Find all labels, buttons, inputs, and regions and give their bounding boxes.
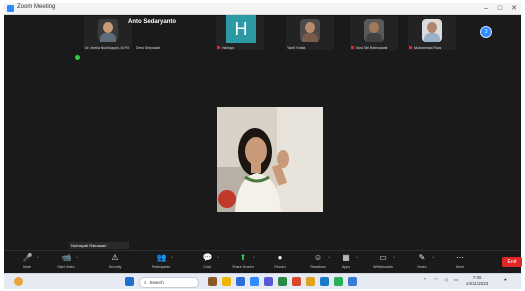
volume-icon[interactable]: ◁	[444, 277, 447, 283]
zoom-app-icon	[7, 5, 14, 12]
participants-icon: 👥	[156, 253, 167, 262]
taskbar-app-icon-1[interactable]	[208, 277, 217, 286]
end-meeting-button[interactable]: End	[502, 257, 522, 267]
apps-grid-icon: ▦	[342, 253, 350, 262]
participant-tile-1[interactable]: Dr. Imelia Nurhidayah, M.Pd	[84, 16, 132, 50]
active-speaker-label: Nurhayati Ratnasari	[69, 242, 129, 249]
security-button[interactable]: ⚠ Security	[97, 253, 133, 269]
taskbar-app-icon-3[interactable]	[278, 277, 287, 286]
taskbar-search-label: Search	[149, 280, 164, 285]
connection-status-icon	[75, 55, 80, 60]
share-screen-button[interactable]: ⬆ Share Screen ^	[225, 253, 261, 269]
main-speaker-video	[217, 107, 323, 212]
participant-video-1	[98, 19, 118, 42]
microphone-icon: 🎤	[22, 253, 33, 262]
participant-tile-5[interactable]: Novi Siti Rahmawati	[350, 16, 398, 50]
search-icon: ⌕	[144, 280, 147, 285]
taskbar-app-icon-7[interactable]	[334, 277, 343, 286]
clock-date: 24/11/2023	[466, 281, 489, 286]
file-explorer-icon[interactable]	[222, 277, 231, 286]
whiteboard-icon: ▭	[379, 253, 387, 262]
participant-video-6	[422, 19, 442, 42]
chat-bubble-icon: 💬	[202, 253, 213, 262]
notes-label: Notes	[417, 265, 427, 269]
participant-name-2: Dewi Setyowati	[136, 46, 160, 50]
participant-avatar-initial: H	[226, 15, 256, 43]
apps-label: Apps	[342, 265, 350, 269]
more-participants-button[interactable]: 3	[480, 26, 492, 38]
smiley-icon: ☺	[313, 253, 323, 262]
taskbar-search-box[interactable]: ⌕ Search	[139, 277, 199, 288]
taskbar-app-icon-6[interactable]	[320, 277, 329, 286]
participant-video-5	[364, 19, 384, 42]
edge-browser-icon[interactable]	[236, 277, 245, 286]
whiteboards-button[interactable]: ▭ Whiteboards ^	[365, 253, 401, 269]
share-screen-label: Share Screen	[232, 265, 254, 269]
notifications-icon[interactable]: ●	[504, 277, 507, 282]
taskbar-app-icon-2[interactable]	[264, 277, 273, 286]
muted-icon	[217, 46, 220, 49]
taskbar-app-icon-5[interactable]	[306, 277, 315, 286]
chevron-up-icon[interactable]: ^	[37, 255, 39, 260]
participant-name-6: Muhammad Rizal	[414, 46, 442, 50]
more-label: More	[456, 265, 464, 269]
battery-icon[interactable]: ▭	[454, 277, 458, 283]
chat-label: Chat	[203, 265, 211, 269]
participants-label: Participants	[151, 265, 171, 269]
participant-name-1: Dr. Imelia Nurhidayah, M.Pd	[85, 46, 129, 50]
apps-button[interactable]: ▦ Apps ^	[328, 253, 364, 269]
meeting-toolbar: 🎤 Mute ^ 📹 Start Video ^ ⚠ Security 👥 Pa…	[4, 250, 522, 273]
windows-taskbar: ⌕ Search ^ ◠ ◁ ▭ 7:06 24/11/2023 ●	[4, 273, 521, 289]
weather-widget-icon[interactable]	[14, 277, 23, 286]
maximize-button[interactable]: □	[493, 3, 507, 14]
record-label: Record	[274, 265, 286, 269]
mute-button[interactable]: 🎤 Mute ^	[9, 253, 45, 269]
more-button[interactable]: ⋯ More	[442, 253, 478, 269]
muted-icon	[409, 46, 412, 49]
featured-participant-name: Anto Sedaryanto	[128, 19, 177, 25]
chevron-up-icon[interactable]: ^	[393, 255, 395, 260]
tray-chevron-icon[interactable]: ^	[424, 277, 426, 282]
security-label: Security	[108, 265, 122, 269]
start-video-label: Start Video	[57, 265, 75, 269]
wifi-icon[interactable]: ◠	[434, 277, 438, 283]
participant-name-3: Hartoyo	[222, 46, 235, 50]
mute-label: Mute	[23, 265, 31, 269]
notes-button[interactable]: ✎ Notes ^	[404, 253, 440, 269]
speaker-photo	[217, 107, 323, 212]
participants-button[interactable]: 👥 Participants ^	[143, 253, 179, 269]
zoom-taskbar-icon[interactable]	[250, 277, 259, 286]
chevron-up-icon[interactable]: ^	[217, 255, 219, 260]
participant-name-4: Yanti Yunita	[287, 46, 306, 50]
windows-start-icon[interactable]	[125, 277, 134, 286]
whiteboards-label: Whiteboards	[373, 265, 393, 269]
participant-video-4	[300, 19, 320, 42]
notes-icon: ✎	[418, 253, 426, 262]
chat-button[interactable]: 💬 Chat ^	[189, 253, 225, 269]
close-button[interactable]: ✕	[507, 3, 521, 14]
taskbar-app-icon-8[interactable]	[348, 277, 357, 286]
chevron-up-icon[interactable]: ^	[76, 255, 78, 260]
meeting-stage: Dr. Imelia Nurhidayah, M.Pd Dewi Setyowa…	[4, 15, 521, 250]
chevron-up-icon[interactable]: ^	[356, 255, 358, 260]
participant-tile-4[interactable]: Yanti Yunita	[286, 16, 334, 50]
chevron-up-icon[interactable]: ^	[432, 255, 434, 260]
window-title: Zoom Meeting	[17, 4, 56, 10]
chevron-up-icon[interactable]: ^	[171, 255, 173, 260]
taskbar-app-icon-4[interactable]	[292, 277, 301, 286]
taskbar-clock[interactable]: 7:06 24/11/2023	[466, 275, 488, 287]
shield-icon: ⚠	[111, 253, 119, 262]
record-button[interactable]: ● Record	[262, 253, 298, 269]
video-camera-icon: 📹	[61, 253, 72, 262]
record-icon: ●	[277, 253, 283, 262]
window-titlebar: Zoom Meeting – □ ✕	[4, 3, 521, 15]
muted-icon	[351, 46, 354, 49]
share-screen-icon: ⬆	[239, 253, 247, 262]
chevron-up-icon[interactable]: ^	[253, 255, 255, 260]
participant-name-5: Novi Siti Rahmawati	[356, 46, 388, 50]
minimize-button[interactable]: –	[479, 3, 493, 14]
participant-tile-6[interactable]: Muhammad Rizal	[408, 16, 456, 50]
more-dots-icon: ⋯	[456, 253, 464, 262]
start-video-button[interactable]: 📹 Start Video ^	[48, 253, 84, 269]
